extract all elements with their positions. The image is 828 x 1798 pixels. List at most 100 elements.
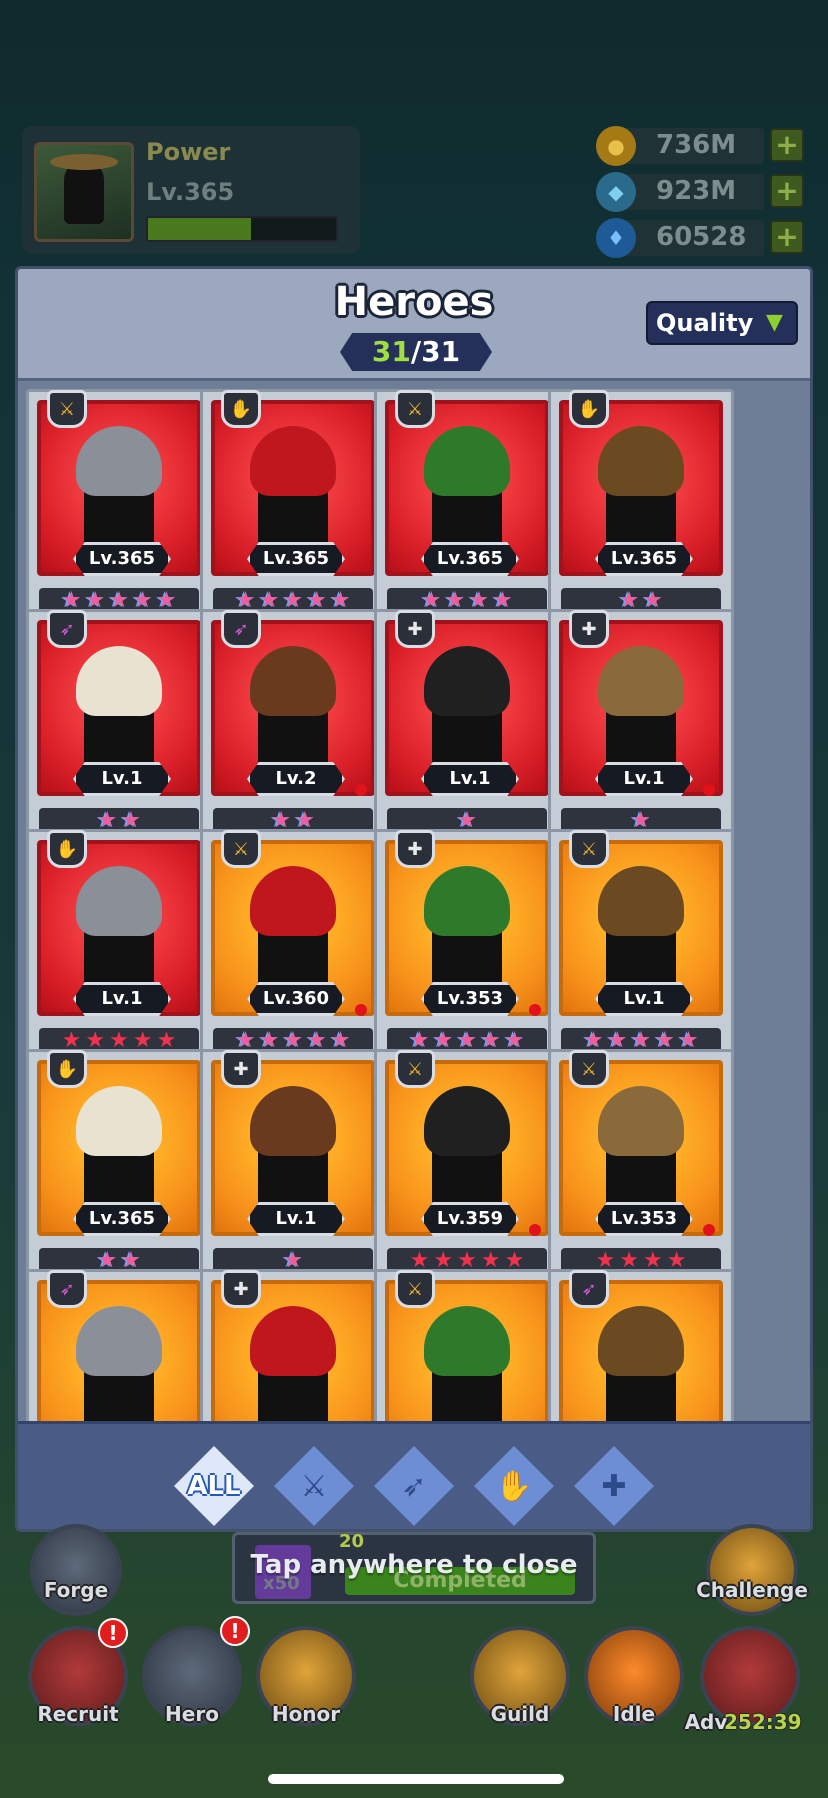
hero-card[interactable]: ➶: [548, 1269, 734, 1421]
gold-currency: ● 736M +: [596, 126, 806, 166]
challenge-button[interactable]: [706, 1524, 798, 1616]
ranger-class-icon: ➶: [221, 610, 261, 648]
hero-card[interactable]: ⚔ Lv.1 ★ ★ ★ ★ ★: [548, 829, 734, 1065]
diamond-value: 60528: [656, 222, 747, 252]
crystal-hand-icon: ✋: [495, 1468, 533, 1504]
warrior-class-icon: ⚔: [569, 1050, 609, 1088]
hero-card[interactable]: ⚔ Lv.365 ★ ★ ★ ★ ★: [26, 389, 212, 625]
ranger-class-icon: ➶: [47, 610, 87, 648]
support-class-icon: ✚: [395, 830, 435, 868]
hero-count-current: 31: [371, 335, 411, 368]
filter-ranger-button[interactable]: ➶: [374, 1446, 454, 1526]
honor-label: Honor: [271, 1702, 341, 1726]
notification-dot: [703, 784, 715, 796]
power-level: Lv.365: [146, 178, 235, 206]
hero-level: Lv.365: [73, 1202, 171, 1236]
hero-level: Lv.353: [595, 1202, 693, 1236]
support-class-icon: ✚: [221, 1270, 261, 1308]
notification-dot: [703, 1224, 715, 1236]
panel-header: Heroes 31/31 Quality ▼: [18, 269, 810, 381]
hero-card[interactable]: ⚔ Lv.365 ★ ★ ★ ★: [374, 389, 560, 625]
hero-level: Lv.365: [421, 542, 519, 576]
filter-all-button[interactable]: ALL: [174, 1446, 254, 1526]
warrior-class-icon: ⚔: [569, 830, 609, 868]
potion-icon: ◆: [596, 172, 636, 212]
hero-card[interactable]: ⚔ Lv.353 ★ ★ ★ ★: [548, 1049, 734, 1285]
support-class-icon: ✚: [395, 610, 435, 648]
notification-dot: [355, 1004, 367, 1016]
forge-label: Forge: [43, 1578, 109, 1602]
diamond-icon: ♦: [596, 218, 636, 258]
hero-alert-badge: !: [220, 1616, 250, 1646]
hero-card[interactable]: ➶: [26, 1269, 212, 1421]
hero-card[interactable]: ✋ Lv.365 ★ ★: [548, 389, 734, 625]
ranger-class-icon: ➶: [569, 1270, 609, 1308]
hero-card[interactable]: ✋ Lv.1 ★ ★ ★ ★ ★: [26, 829, 212, 1065]
hero-level: Lv.1: [595, 982, 693, 1016]
hero-card[interactable]: ✚ Lv.1 ★: [548, 609, 734, 845]
hero-count-total: /31: [410, 335, 461, 368]
power-progress-bar: [146, 216, 338, 242]
hero-card[interactable]: ✚ Lv.1 ★: [200, 1049, 386, 1285]
add-diamond-button[interactable]: +: [770, 220, 804, 254]
filter-warrior-button[interactable]: ⚔: [274, 1446, 354, 1526]
hero-level: Lv.365: [595, 542, 693, 576]
hero-level: Lv.1: [73, 762, 171, 796]
hero-card[interactable]: ⚔ Lv.360 ★ ★ ★ ★ ★: [200, 829, 386, 1065]
notification-dot: [529, 1224, 541, 1236]
hero-level: Lv.359: [421, 1202, 519, 1236]
hero-card[interactable]: ⚔: [374, 1269, 560, 1421]
hero-count: 31/31: [340, 333, 492, 371]
hero-card[interactable]: ⚔ Lv.359 ★ ★ ★ ★ ★: [374, 1049, 560, 1285]
quality-label: Quality: [656, 309, 754, 337]
mage-class-icon: ✋: [221, 390, 261, 428]
warrior-class-icon: ⚔: [221, 830, 261, 868]
chevron-down-icon: ▼: [766, 310, 783, 335]
hero-level: Lv.1: [421, 762, 519, 796]
gold-coin-icon: ●: [596, 126, 636, 166]
add-gold-button[interactable]: +: [770, 128, 804, 162]
gold-value: 736M: [656, 130, 737, 160]
filter-mage-button[interactable]: ✋: [474, 1446, 554, 1526]
class-filter-bar: ALL ⚔ ➶ ✋ ✚: [18, 1421, 810, 1529]
quality-sort-button[interactable]: Quality ▼: [646, 301, 798, 345]
hero-level: Lv.1: [247, 1202, 345, 1236]
mage-class-icon: ✋: [47, 1050, 87, 1088]
hero-level: Lv.2: [247, 762, 345, 796]
warrior-class-icon: ⚔: [395, 1050, 435, 1088]
hero-card[interactable]: ✋ Lv.365 ★ ★ ★ ★ ★: [200, 389, 386, 625]
hero-card[interactable]: ✋ Lv.365 ★ ★: [26, 1049, 212, 1285]
medic-icon: ✚: [601, 1468, 627, 1504]
ranger-class-icon: ➶: [47, 1270, 87, 1308]
challenge-label: Challenge: [696, 1578, 808, 1602]
hero-level: Lv.365: [73, 542, 171, 576]
recruit-alert-badge: !: [98, 1618, 128, 1648]
hero-level: Lv.353: [421, 982, 519, 1016]
filter-support-button[interactable]: ✚: [574, 1446, 654, 1526]
home-indicator[interactable]: [268, 1774, 564, 1784]
hero-card[interactable]: ➶ Lv.2 ★ ★: [200, 609, 386, 845]
notification-dot: [355, 784, 367, 796]
power-label: Power: [146, 138, 231, 166]
hero-card[interactable]: ➶ Lv.1 ★ ★: [26, 609, 212, 845]
hero-card[interactable]: ✚ Lv.1 ★: [374, 609, 560, 845]
warrior-class-icon: ⚔: [395, 1270, 435, 1308]
hero-level: Lv.365: [247, 542, 345, 576]
notification-dot: [529, 1004, 541, 1016]
mage-class-icon: ✋: [569, 390, 609, 428]
heroes-panel: Heroes 31/31 Quality ▼ ⚔ Lv.365 ★ ★ ★ ★ ★ ✋ Lv.3…: [15, 266, 813, 1532]
profile-card[interactable]: Power Lv.365: [22, 126, 360, 254]
hero-card[interactable]: ✚: [200, 1269, 386, 1421]
hero-level: Lv.1: [73, 982, 171, 1016]
player-avatar[interactable]: [34, 142, 134, 242]
mage-class-icon: ✋: [47, 830, 87, 868]
add-potion-button[interactable]: +: [770, 174, 804, 208]
forge-button[interactable]: [30, 1524, 122, 1616]
diamond-currency: ♦ 60528 +: [596, 218, 806, 258]
hero-level: Lv.360: [247, 982, 345, 1016]
potion-value: 923M: [656, 176, 737, 206]
adventure-timer: 252:39: [724, 1710, 802, 1734]
tap-to-close-hint[interactable]: Tap anywhere to close: [0, 1550, 828, 1580]
hero-card[interactable]: ✚ Lv.353 ★ ★ ★ ★ ★: [374, 829, 560, 1065]
sword-icon: ⚔: [300, 1468, 328, 1504]
